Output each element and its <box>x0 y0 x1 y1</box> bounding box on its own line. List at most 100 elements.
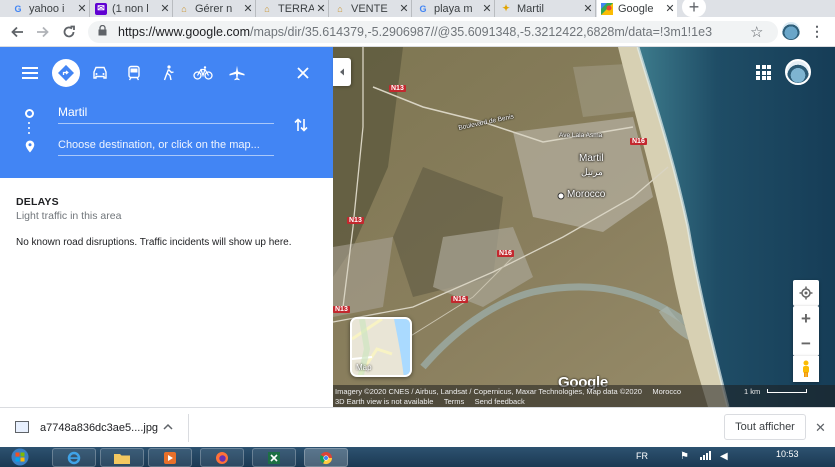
imagery-attribution: Imagery ©2020 CNES / Airbus, Landsat / C… <box>335 387 682 396</box>
close-icon[interactable]: ✕ <box>158 2 172 15</box>
close-icon[interactable]: ✕ <box>581 2 595 15</box>
google-icon: G <box>14 3 22 14</box>
kebab-menu-icon[interactable]: ⋮ <box>810 23 824 40</box>
origin-input[interactable]: Martil <box>58 105 274 124</box>
zoom-controls: + − <box>793 306 819 356</box>
network-signal-icon[interactable] <box>700 451 712 462</box>
taskbar-ie[interactable] <box>52 448 96 467</box>
scale-bar <box>767 389 807 393</box>
map-layer-label: Map <box>356 363 372 372</box>
account-avatar[interactable] <box>785 59 811 85</box>
transit-mode-button[interactable] <box>120 59 148 87</box>
car-icon <box>93 66 107 79</box>
taskbar-media-player[interactable] <box>148 448 192 467</box>
forward-button[interactable] <box>33 22 53 42</box>
tab-martil[interactable]: ✦ Martil ✕ <box>496 0 596 17</box>
tab-playa[interactable]: G playa m ✕ <box>413 0 495 17</box>
flag-icon[interactable]: ⚑ <box>680 451 689 462</box>
volume-icon[interactable]: ◀ <box>720 451 728 462</box>
swap-arrows-icon <box>294 118 308 132</box>
flights-mode-button[interactable] <box>223 59 251 87</box>
media-player-icon <box>164 451 176 464</box>
taskbar-explorer[interactable] <box>100 448 144 467</box>
hamburger-menu-icon[interactable] <box>16 59 44 87</box>
collapse-panel-button[interactable] <box>333 58 351 86</box>
destination-input[interactable]: Choose destination, or click on the map.… <box>58 139 274 156</box>
url-path: /maps/dir/35.614379,-5.2906987//@35.6091… <box>250 25 713 39</box>
bicycle-icon <box>193 66 213 80</box>
tab-title: Martil <box>517 2 544 15</box>
tab-google-maps[interactable]: Google ✕ <box>597 0 677 17</box>
website-icon: ⌂ <box>181 3 187 14</box>
directions-icon <box>58 65 74 81</box>
road-shield-n13: N13 <box>333 306 350 313</box>
show-all-downloads-button[interactable]: Tout afficher <box>724 414 806 440</box>
download-filename[interactable]: a7748a836dc3ae5....jpg <box>40 422 158 434</box>
terms-link[interactable]: Terms <box>444 397 464 406</box>
close-icon[interactable]: ✕ <box>663 2 677 15</box>
website-icon: ✦ <box>502 3 510 13</box>
close-icon[interactable]: ✕ <box>480 2 494 15</box>
road-shield-n16: N16 <box>497 250 514 257</box>
airplane-icon <box>229 65 245 81</box>
walking-mode-button[interactable] <box>154 59 182 87</box>
send-feedback-link[interactable]: Send feedback <box>475 397 525 406</box>
windows-logo-icon <box>11 448 29 466</box>
input-language[interactable]: FR <box>636 451 648 461</box>
bookmark-star-icon[interactable]: ☆ <box>750 23 763 41</box>
scale-label[interactable]: 1 km <box>744 387 760 396</box>
tab-vente[interactable]: ⌂ VENTE ✕ <box>330 0 412 17</box>
new-tab-button[interactable]: + <box>682 0 706 17</box>
taskbar-firefox[interactable] <box>200 448 244 467</box>
close-icon[interactable]: ✕ <box>314 2 328 15</box>
street-label: Ave Lala Asma <box>559 132 603 139</box>
tab-title: playa m <box>434 2 473 15</box>
route-dots-icon <box>28 122 31 137</box>
close-shelf-icon[interactable]: ✕ <box>815 420 826 436</box>
satellite-map[interactable]: N13 N13 N13 N16 N16 N16 Boulevard de Ben… <box>333 47 835 407</box>
google-maps-icon <box>601 2 613 15</box>
firefox-icon <box>216 451 228 464</box>
best-route-mode-button[interactable] <box>52 59 80 87</box>
internet-explorer-icon <box>67 451 81 464</box>
reload-button[interactable] <box>59 22 79 42</box>
map-region-label: Morocco <box>652 387 682 396</box>
tab-title: Google <box>618 2 654 15</box>
close-directions-button[interactable] <box>289 59 317 87</box>
address-bar[interactable]: https://www.google.com/maps/dir/35.61437… <box>88 21 778 43</box>
road-shield-n13: N13 <box>389 85 406 92</box>
close-icon[interactable]: ✕ <box>241 2 255 15</box>
system-clock[interactable]: 10:53 <box>776 449 799 459</box>
city-label-martil: Martil <box>579 153 604 164</box>
zoom-in-button[interactable]: + <box>793 306 819 331</box>
yahoo-mail-icon: ✉ <box>95 2 107 15</box>
taskbar-chrome[interactable] <box>304 448 348 467</box>
taskbar-excel[interactable] <box>252 448 296 467</box>
tab-mail[interactable]: ✉ (1 non l ✕ <box>91 0 173 17</box>
zoom-out-button[interactable]: − <box>793 331 819 356</box>
map-layer-toggle[interactable]: Map <box>350 317 412 377</box>
chevron-up-icon[interactable] <box>163 419 173 433</box>
driving-mode-button[interactable] <box>86 59 114 87</box>
disruptions-message: No known road disruptions. Traffic incid… <box>16 237 292 248</box>
map-attribution-bar: Imagery ©2020 CNES / Airbus, Landsat / C… <box>333 385 835 407</box>
close-icon[interactable]: ✕ <box>75 2 89 15</box>
swap-route-button[interactable] <box>294 117 308 137</box>
cycling-mode-button[interactable] <box>189 59 217 87</box>
back-button[interactable] <box>7 22 27 42</box>
pegman-icon <box>803 360 809 377</box>
start-button[interactable] <box>2 447 38 467</box>
apps-grid-icon[interactable] <box>756 65 771 80</box>
close-icon[interactable]: ✕ <box>397 2 411 15</box>
profile-avatar[interactable] <box>782 22 800 40</box>
image-file-icon <box>15 421 29 433</box>
my-location-button[interactable] <box>793 280 819 306</box>
lock-icon <box>98 24 112 39</box>
directions-panel: Martil Choose destination, or click on t… <box>0 47 333 407</box>
origin-marker-icon <box>25 109 34 118</box>
chevron-left-icon <box>340 68 344 76</box>
tab-yahoo[interactable]: G yahoo i ✕ <box>8 0 90 17</box>
tab-terrain[interactable]: ⌂ TERRAI ✕ <box>257 0 329 17</box>
pegman-button[interactable] <box>793 356 819 382</box>
tab-gerer[interactable]: ⌂ Gérer n ✕ <box>174 0 256 17</box>
